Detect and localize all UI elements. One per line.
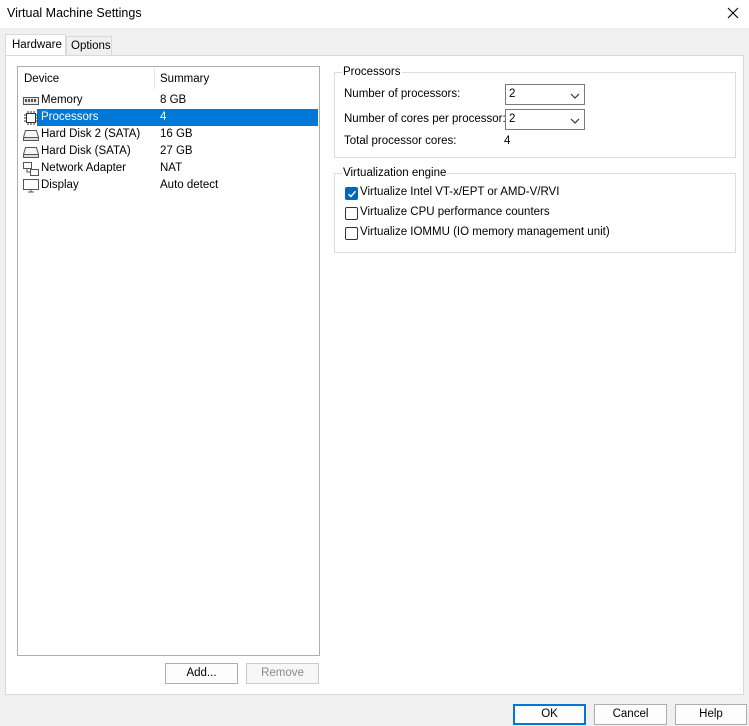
device-summary: Auto detect	[160, 179, 219, 191]
num-processors-label: Number of processors:	[344, 88, 461, 100]
display-icon	[23, 179, 39, 193]
device-name: Network Adapter	[41, 162, 127, 174]
device-summary: NAT	[160, 162, 183, 174]
device-summary: 8 GB	[160, 94, 187, 106]
remove-button[interactable]: Remove	[246, 663, 319, 684]
vt-x-label[interactable]: Virtualize Intel VT-x/EPT or AMD-V/RVI	[360, 186, 559, 198]
cpu-perf-counters-checkbox[interactable]	[345, 207, 358, 220]
cores-per-processor-label: Number of cores per processor:	[344, 113, 506, 125]
column-header-device[interactable]: Device	[24, 73, 59, 85]
iommu-label[interactable]: Virtualize IOMMU (IO memory management u…	[360, 226, 610, 238]
device-name: Memory	[41, 94, 83, 106]
hard-disk-icon	[22, 145, 40, 159]
vt-x-checkbox[interactable]	[345, 187, 358, 200]
device-summary: 4	[160, 111, 167, 123]
ok-button[interactable]: OK	[513, 704, 586, 725]
close-icon[interactable]	[721, 2, 745, 24]
chevron-down-icon	[570, 91, 580, 99]
column-separator[interactable]	[154, 69, 155, 89]
device-list[interactable]: Device Summary Memory 8 GB Processors 4	[17, 66, 320, 656]
cores-per-processor-value: 2	[509, 113, 516, 125]
cores-per-processor-select[interactable]: 2	[505, 109, 585, 130]
tab-options-label: Options	[71, 40, 111, 52]
processors-group-title: Processors	[342, 66, 402, 78]
cancel-button[interactable]: Cancel	[594, 704, 667, 725]
num-processors-select[interactable]: 2	[505, 84, 585, 105]
device-row-processors[interactable]: Processors 4	[18, 109, 319, 126]
tab-hardware[interactable]: Hardware	[5, 34, 66, 56]
device-summary: 16 GB	[160, 128, 193, 140]
memory-icon	[23, 94, 39, 108]
hard-disk-icon	[22, 128, 40, 142]
help-button[interactable]: Help	[675, 704, 747, 725]
total-cores-label: Total processor cores:	[344, 135, 457, 147]
device-row-network-adapter[interactable]: Network Adapter NAT	[18, 160, 319, 177]
iommu-checkbox[interactable]	[345, 227, 358, 240]
device-row-hard-disk-2[interactable]: Hard Disk 2 (SATA) 16 GB	[18, 126, 319, 143]
device-name: Processors	[41, 111, 99, 123]
chevron-down-icon	[570, 116, 580, 124]
device-row-memory[interactable]: Memory 8 GB	[18, 92, 319, 109]
tab-strip: Hardware Options	[0, 34, 749, 56]
total-cores-value: 4	[504, 135, 511, 147]
device-list-header: Device Summary	[18, 67, 319, 91]
device-row-hard-disk[interactable]: Hard Disk (SATA) 27 GB	[18, 143, 319, 160]
device-summary: 27 GB	[160, 145, 193, 157]
tab-options[interactable]: Options	[66, 36, 112, 55]
column-header-summary[interactable]: Summary	[160, 73, 209, 85]
add-button[interactable]: Add...	[165, 663, 238, 684]
network-adapter-icon	[23, 162, 39, 176]
cpu-perf-counters-label[interactable]: Virtualize CPU performance counters	[360, 206, 550, 218]
device-name: Display	[41, 179, 79, 191]
virtualization-group-title: Virtualization engine	[342, 167, 448, 179]
title-bar: Virtual Machine Settings	[0, 0, 749, 28]
device-row-display[interactable]: Display Auto detect	[18, 177, 319, 194]
device-name: Hard Disk 2 (SATA)	[41, 128, 141, 140]
window-title: Virtual Machine Settings	[7, 6, 142, 20]
tab-hardware-label: Hardware	[12, 39, 62, 51]
processor-icon	[23, 111, 39, 125]
num-processors-value: 2	[509, 88, 516, 100]
device-name: Hard Disk (SATA)	[41, 145, 131, 157]
